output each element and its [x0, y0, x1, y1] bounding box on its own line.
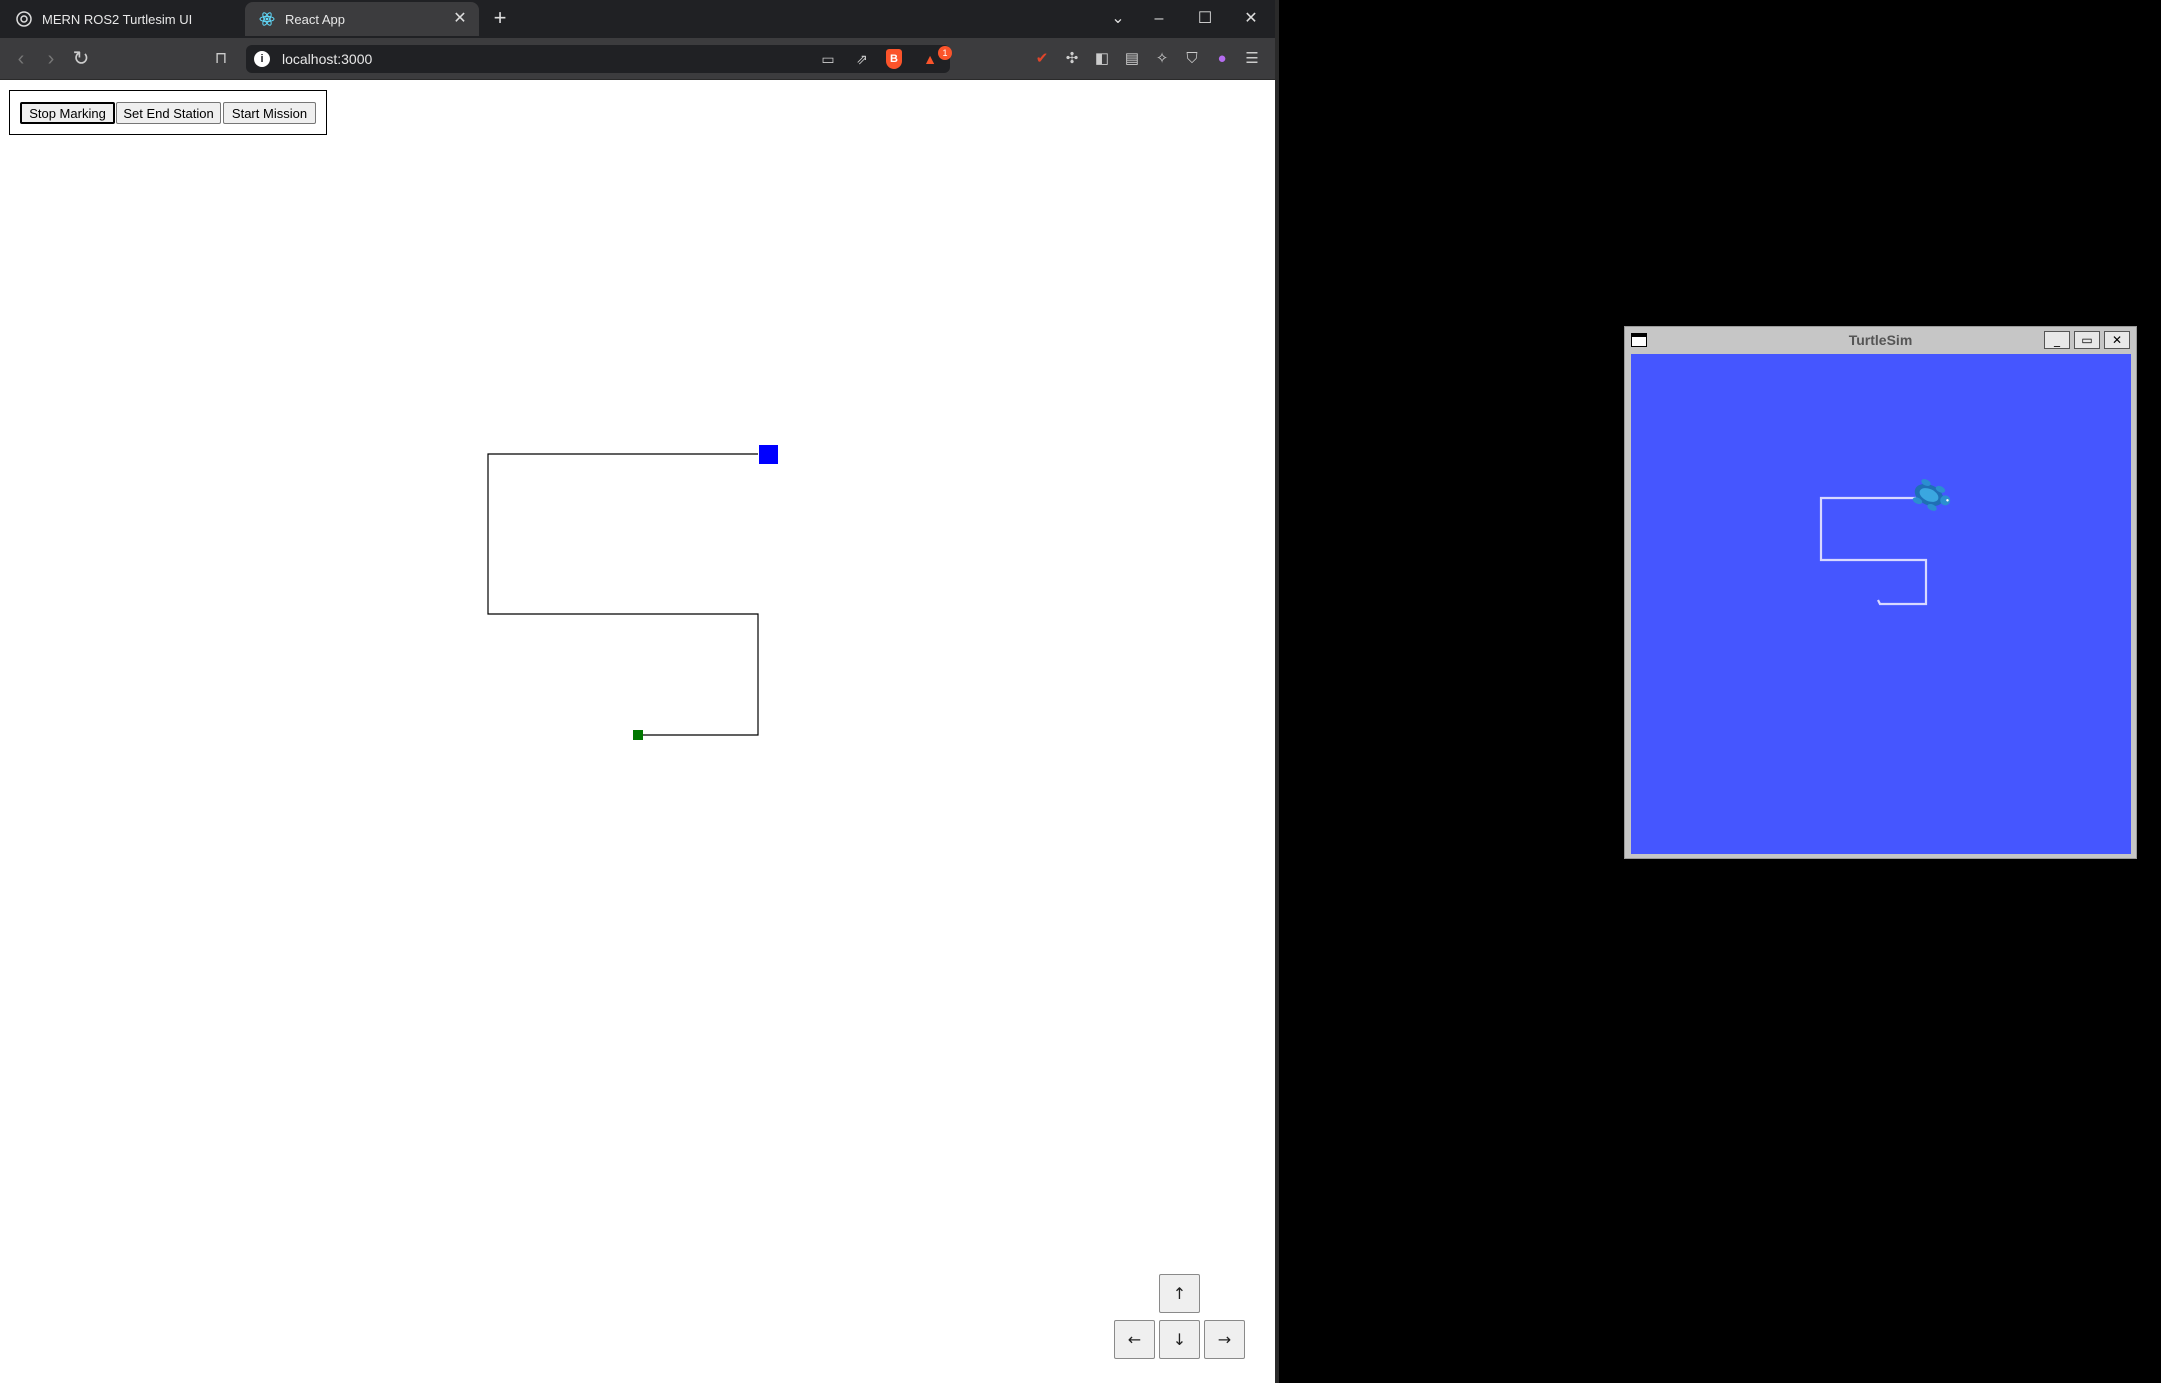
sidebar-icon[interactable]: ◧ [1090, 48, 1114, 70]
close-window-icon[interactable]: ✕ [1236, 4, 1266, 34]
close-icon[interactable]: ✕ [2104, 331, 2130, 349]
end-station-marker [759, 445, 778, 464]
extensions-puzzle-icon[interactable]: ✣ [1060, 48, 1084, 70]
minimize-window-icon[interactable]: – [1144, 4, 1174, 34]
leo-ai-icon[interactable]: ✧ [1150, 48, 1174, 70]
start-point-marker [633, 730, 643, 740]
browser-window: MERN ROS2 Turtlesim UI React App ✕ + ⌄ –… [0, 0, 1275, 1383]
tab-mern-ros2[interactable]: MERN ROS2 Turtlesim UI [2, 2, 242, 36]
reload-icon[interactable]: ↻ [68, 46, 94, 72]
maximize-icon[interactable]: ▭ [2074, 331, 2100, 349]
brave-shield-icon[interactable]: B [886, 49, 902, 69]
stop-marking-button[interactable]: Stop Marking [20, 102, 115, 124]
minimize-icon[interactable]: _ [2044, 331, 2070, 349]
control-panel: Stop Marking Set End Station Start Missi… [9, 90, 327, 135]
maximize-window-icon[interactable]: ☐ [1190, 4, 1220, 34]
address-bar[interactable]: i localhost:3000 ▭ ⇗ B ▲ [246, 45, 950, 73]
window-edge [1275, 0, 1279, 1383]
back-icon[interactable]: ‹ [8, 46, 34, 72]
path-canvas[interactable] [0, 80, 1275, 1383]
extension-check-icon[interactable]: ✔ [1030, 48, 1054, 70]
new-tab-button[interactable]: + [488, 6, 512, 30]
turtlesim-titlebar[interactable]: TurtleSim _ ▭ ✕ [1625, 327, 2136, 353]
move-left-button[interactable]: ← [1114, 1320, 1155, 1359]
rewards-badge: 1 [938, 46, 952, 60]
forward-icon[interactable]: › [38, 46, 64, 72]
tab-title: MERN ROS2 Turtlesim UI [42, 11, 193, 27]
react-favicon-icon [259, 12, 275, 26]
move-down-button[interactable]: ↓ [1159, 1320, 1200, 1359]
close-tab-icon[interactable]: ✕ [451, 10, 469, 28]
wallet-icon[interactable]: ▤ [1120, 48, 1144, 70]
move-up-button[interactable]: ↑ [1159, 1274, 1200, 1313]
menu-icon[interactable]: ☰ [1240, 48, 1264, 70]
start-mission-button[interactable]: Start Mission [223, 102, 316, 124]
turtlesim-window: TurtleSim _ ▭ ✕ [1624, 326, 2137, 859]
tab-react-app[interactable]: React App ✕ [245, 2, 479, 36]
tab-title: React App [285, 11, 345, 27]
move-right-button[interactable]: → [1204, 1320, 1245, 1359]
profile-icon[interactable]: ● [1210, 48, 1234, 70]
vpn-shield-icon[interactable]: ⛉ [1180, 48, 1204, 70]
tab-search-chevron-icon[interactable]: ⌄ [1103, 4, 1133, 34]
bookmark-icon[interactable]: ⊓ [208, 46, 234, 72]
desktop: MERN ROS2 Turtlesim UI React App ✕ + ⌄ –… [0, 0, 2161, 1383]
tab-bar: MERN ROS2 Turtlesim UI React App ✕ + ⌄ –… [0, 0, 1275, 38]
cast-icon[interactable]: ▭ [818, 49, 838, 69]
turtlesim-canvas [1631, 354, 2131, 854]
site-info-icon[interactable]: i [254, 51, 270, 67]
navigation-toolbar: ‹ › ↻ ⊓ i localhost:3000 ▭ ⇗ B ▲ 1 ✔ ✣ ◧… [0, 38, 1275, 80]
set-end-station-button[interactable]: Set End Station [116, 102, 221, 124]
ros-favicon-icon [16, 11, 32, 27]
marked-path-line [487, 453, 759, 736]
url-text[interactable]: localhost:3000 [282, 51, 372, 67]
page-content: Stop Marking Set End Station Start Missi… [0, 80, 1275, 1383]
brave-rewards-icon[interactable]: ▲ [920, 49, 940, 69]
share-icon[interactable]: ⇗ [852, 49, 872, 69]
